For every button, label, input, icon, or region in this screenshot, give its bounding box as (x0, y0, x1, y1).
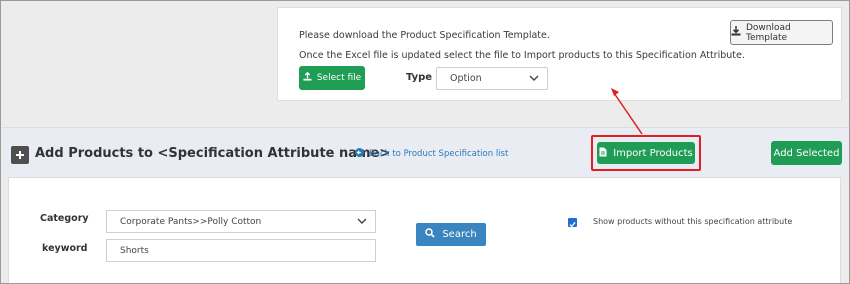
instruction-text-import: Once the Excel file is updated select th… (299, 50, 745, 61)
search-icon (425, 228, 435, 241)
back-to-list-link[interactable]: Back to Product Specification list (355, 148, 508, 160)
type-select[interactable]: Option (436, 67, 548, 90)
chevron-down-icon (529, 74, 539, 85)
download-icon (731, 26, 741, 39)
back-link-label: Back to Product Specification list (369, 149, 509, 159)
keyword-input[interactable]: Shorts (106, 239, 376, 262)
import-instructions-panel: Please download the Product Specificatio… (277, 7, 842, 101)
category-select[interactable]: Corporate Pants>>Polly Cotton (106, 210, 376, 233)
search-button[interactable]: Search (416, 223, 486, 246)
keyword-label: keyword (42, 243, 88, 254)
import-products-label: Import Products (613, 147, 693, 159)
page-header-bar: Add Products to <Specification Attribute… (2, 127, 849, 179)
instruction-text-download: Please download the Product Specificatio… (299, 30, 550, 41)
keyword-input-value: Shorts (120, 245, 149, 256)
category-label: Category (40, 213, 89, 224)
type-label: Type (406, 72, 433, 83)
category-select-value: Corporate Pants>>Polly Cotton (120, 216, 262, 227)
add-selected-button[interactable]: Add Selected (771, 141, 842, 165)
chevron-down-icon (357, 217, 367, 228)
import-products-button[interactable]: Import Products (597, 142, 695, 164)
search-button-label: Search (442, 229, 477, 240)
plus-icon (11, 146, 29, 164)
type-select-value: Option (450, 73, 482, 84)
upload-icon (303, 71, 312, 84)
screenshot-frame: Please download the Product Specificatio… (0, 0, 850, 284)
check-icon (569, 213, 576, 232)
select-file-button[interactable]: Select file (299, 66, 365, 90)
file-icon (599, 147, 607, 160)
select-file-label: Select file (316, 73, 362, 83)
back-arrow-icon (355, 148, 364, 160)
search-panel: Category Corporate Pants>>Polly Cotton k… (8, 177, 841, 283)
show-without-attribute-checkbox[interactable] (568, 218, 577, 228)
download-template-button[interactable]: Download Template (730, 20, 833, 45)
checkbox-label: Show products without this specification… (593, 217, 793, 226)
download-template-label: Download Template (746, 22, 791, 43)
page-title: Add Products to <Specification Attribute… (35, 146, 391, 161)
